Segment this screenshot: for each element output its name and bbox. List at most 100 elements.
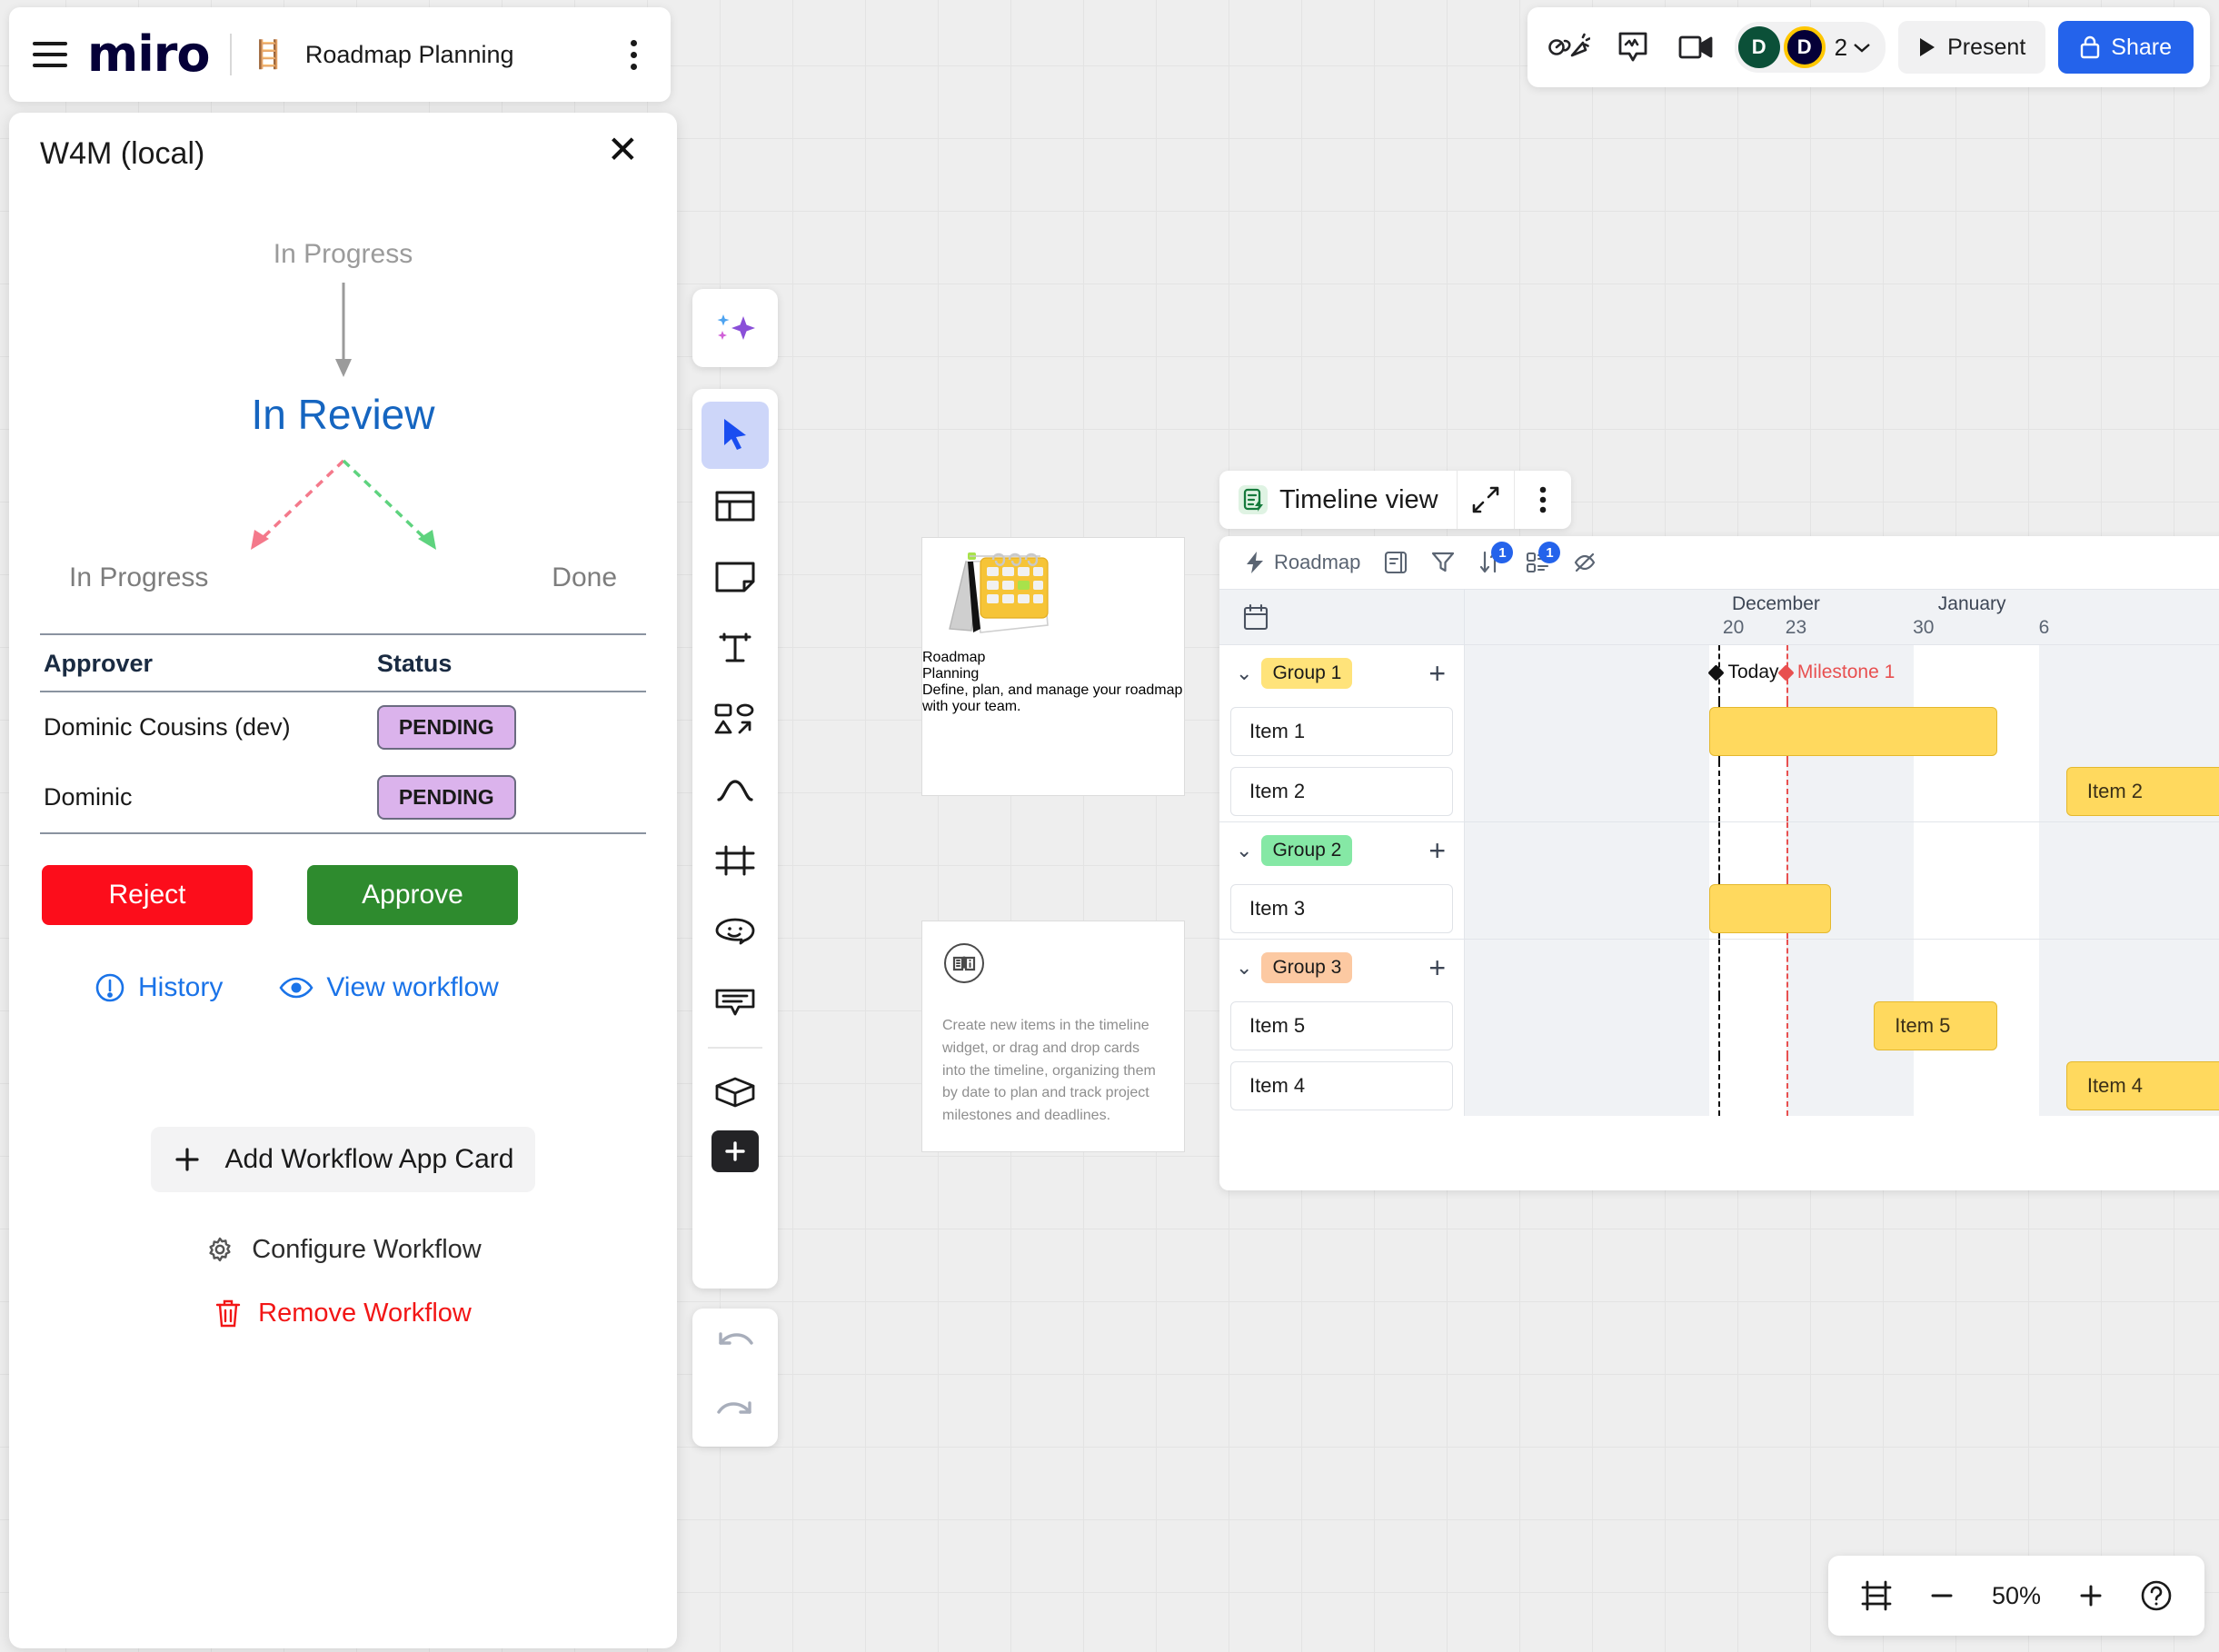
plus-icon — [174, 1148, 199, 1171]
zoom-in-button[interactable] — [2063, 1567, 2119, 1624]
apps-cube-icon[interactable] — [702, 1060, 769, 1127]
chevron-down-icon — [1854, 44, 1870, 53]
workflow-state-previous: In Progress — [273, 239, 413, 269]
group-header-track: Today Milestone 1 — [1465, 645, 2219, 702]
comment-icon[interactable] — [702, 969, 769, 1036]
timeline-source-roadmap[interactable]: Roadmap — [1245, 551, 1360, 574]
item-label[interactable]: Item 1 — [1230, 707, 1453, 756]
templates-icon[interactable] — [702, 473, 769, 540]
item-label[interactable]: Item 2 — [1230, 767, 1453, 816]
day-tick: 20 — [1722, 617, 1745, 638]
comment-activity-icon[interactable] — [1607, 22, 1658, 73]
calendar-icon — [1243, 603, 1269, 631]
toolbar-tools-group — [692, 389, 778, 1289]
column-header-status: Status — [373, 633, 646, 692]
text-icon[interactable] — [702, 614, 769, 682]
remove-workflow-button[interactable]: Remove Workflow — [40, 1298, 646, 1329]
timeline-bar[interactable]: Item 4 — [2065, 1061, 2219, 1110]
pen-draw-icon[interactable] — [702, 756, 769, 823]
timeline-bar[interactable] — [1708, 884, 1832, 933]
add-workflow-app-card-button[interactable]: Add Workflow App Card — [151, 1127, 535, 1192]
add-item-button[interactable]: + — [1428, 659, 1446, 688]
undo-icon[interactable] — [702, 1309, 769, 1377]
item-left: Item 2 — [1219, 761, 1465, 821]
approver-name: Dominic — [40, 762, 373, 834]
more-plus-icon[interactable] — [711, 1130, 759, 1172]
table-row: Dominic PENDING — [40, 762, 646, 834]
minus-icon — [1931, 1594, 1953, 1597]
month-label: December — [1732, 593, 1820, 614]
redo-icon[interactable] — [702, 1378, 769, 1446]
hamburger-icon[interactable] — [33, 42, 67, 67]
timeline-bar[interactable] — [1708, 707, 1998, 756]
item-label[interactable]: Item 5 — [1230, 1001, 1453, 1050]
item-track — [1465, 879, 2219, 939]
reject-button[interactable]: Reject — [42, 865, 253, 925]
sort-badge: 1 — [1491, 542, 1514, 563]
column-header-approver: Approver — [40, 633, 373, 692]
zoom-out-button[interactable] — [1914, 1567, 1970, 1624]
group-chip[interactable]: Group 1 — [1261, 658, 1353, 689]
miro-logo[interactable]: miro — [87, 30, 211, 79]
group-chip[interactable]: Group 2 — [1261, 835, 1353, 866]
filter-icon[interactable] — [1431, 551, 1455, 574]
cursor-select-icon[interactable] — [702, 402, 769, 469]
timeline-item-row: Item 4 Item 4 — [1219, 1056, 2219, 1116]
history-link[interactable]: History — [95, 972, 223, 1003]
timeline-bar[interactable]: Item 2 — [2065, 767, 2219, 816]
milestone-marker[interactable]: Milestone 1 — [1777, 662, 1895, 683]
timeline-widget-name[interactable]: Timeline view — [1219, 471, 1457, 529]
card-fields-icon[interactable] — [1384, 551, 1408, 574]
kebab-menu-icon[interactable] — [620, 36, 647, 73]
zoom-level[interactable]: 50% — [1979, 1582, 2054, 1610]
video-chat-icon[interactable] — [1671, 22, 1722, 73]
item-track: Item 4 — [1465, 1056, 2219, 1116]
workflow-branch-arrows — [40, 455, 646, 561]
roadmap-planning-card[interactable]: Roadmap Planning Define, plan, and manag… — [921, 537, 1185, 796]
today-marker[interactable]: Today — [1707, 662, 1779, 683]
expand-diagonal-icon[interactable] — [1458, 471, 1514, 529]
timeline-item-row: Item 1 — [1219, 702, 2219, 761]
collaborators-pill[interactable]: D D 2 — [1734, 22, 1886, 73]
timeline-item-row: Item 3 — [1219, 879, 2219, 939]
item-label[interactable]: Item 3 — [1230, 884, 1453, 933]
item-track: Item 2 — [1465, 761, 2219, 821]
group-by-icon[interactable]: 1 — [1526, 542, 1561, 574]
workflow-arrow-down-icon — [40, 283, 646, 381]
kebab-menu-icon[interactable] — [1515, 471, 1571, 529]
timeline-date-header: December January 20 23 30 6 — [1219, 589, 2219, 645]
approve-button[interactable]: Approve — [307, 865, 518, 925]
configure-workflow-button[interactable]: Configure Workflow — [40, 1234, 646, 1265]
share-button[interactable]: Share — [2058, 21, 2194, 74]
board-title[interactable]: Roadmap Planning — [305, 41, 514, 69]
sort-icon[interactable]: 1 — [1478, 542, 1514, 574]
ai-sparkle-icon[interactable] — [702, 294, 769, 362]
frame-icon[interactable] — [702, 827, 769, 894]
add-item-button[interactable]: + — [1428, 836, 1446, 865]
timeline-app-icon — [1239, 485, 1268, 514]
chevron-down-icon[interactable]: ⌄ — [1236, 839, 1252, 862]
approver-name: Dominic Cousins (dev) — [44, 713, 291, 741]
avatar: D — [1783, 26, 1826, 68]
item-label[interactable]: Item 4 — [1230, 1061, 1453, 1110]
group-chip[interactable]: Group 3 — [1261, 952, 1353, 983]
add-item-button[interactable]: + — [1428, 953, 1446, 982]
shapes-connector-icon[interactable] — [702, 685, 769, 752]
hide-fields-icon[interactable] — [1573, 551, 1597, 574]
help-icon[interactable] — [2128, 1567, 2184, 1624]
share-label: Share — [2111, 34, 2172, 60]
view-workflow-link[interactable]: View workflow — [279, 972, 499, 1003]
fit-to-screen-icon[interactable] — [1848, 1567, 1905, 1624]
chevron-down-icon[interactable]: ⌄ — [1236, 662, 1252, 685]
info-circle-icon — [95, 973, 124, 1002]
timeline-info-card[interactable]: Create new items in the timeline widget,… — [921, 921, 1185, 1152]
sticker-emoji-icon[interactable] — [702, 898, 769, 965]
group-header-left: ⌄ Group 2 + — [1219, 822, 1465, 879]
lock-icon — [2081, 35, 2100, 59]
chevron-down-icon[interactable]: ⌄ — [1236, 956, 1252, 980]
sticky-note-icon[interactable] — [702, 543, 769, 611]
close-icon[interactable]: ✕ — [600, 131, 646, 169]
timeline-bar[interactable]: Item 5 — [1874, 1001, 1998, 1050]
present-button[interactable]: Present — [1898, 21, 2046, 74]
reactions-icon[interactable] — [1544, 22, 1595, 73]
